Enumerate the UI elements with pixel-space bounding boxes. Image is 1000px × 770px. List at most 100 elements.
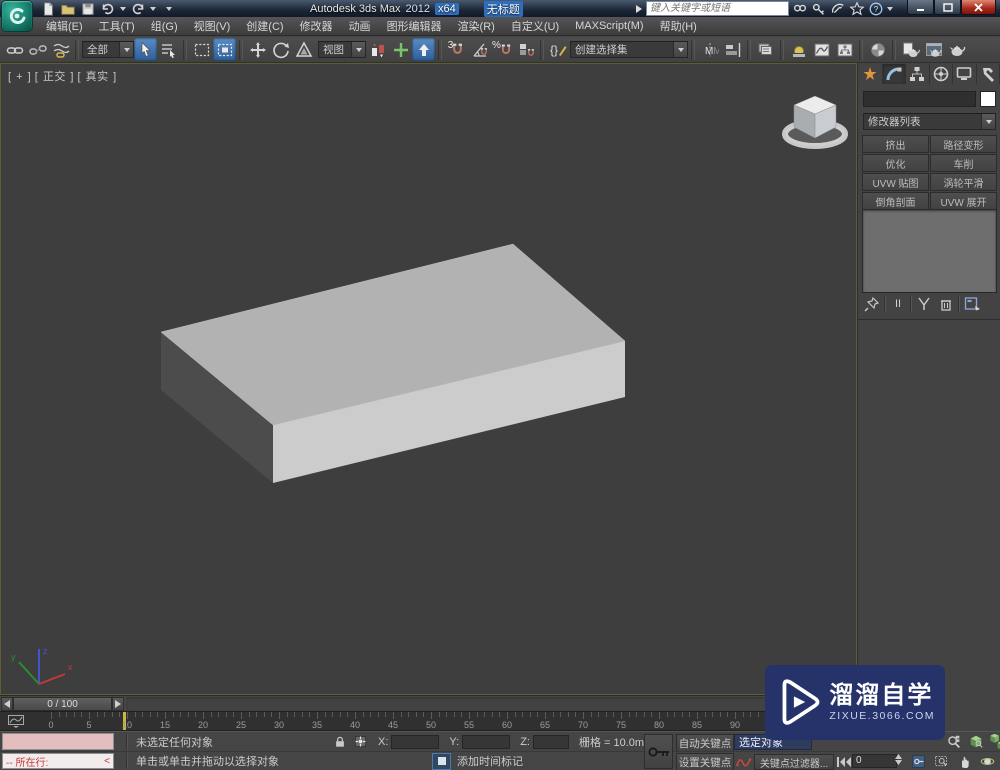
render-production-icon[interactable]: [945, 38, 968, 61]
material-editor-icon[interactable]: [866, 38, 889, 61]
save-file-icon[interactable]: [80, 2, 96, 16]
key-login-icon[interactable]: [811, 2, 827, 16]
pan-view-icon[interactable]: [954, 753, 974, 769]
spinner-snap-toggle-icon[interactable]: [514, 38, 537, 61]
application-menu-button[interactable]: [2, 1, 32, 31]
favorites-star-icon[interactable]: [849, 0, 865, 16]
viewcube[interactable]: [779, 88, 851, 152]
communication-center-icon[interactable]: [830, 2, 846, 16]
redo-icon[interactable]: [130, 2, 146, 16]
show-end-result-icon[interactable]: II: [888, 296, 908, 312]
auto-key-button[interactable]: 自动关键点: [676, 734, 734, 752]
mirror-icon[interactable]: MM: [698, 38, 721, 61]
x-coordinate-field[interactable]: [391, 734, 440, 749]
menu-graph-editors[interactable]: 图形编辑器: [379, 18, 450, 34]
orbit-icon[interactable]: [977, 753, 997, 769]
viewport-menu-pov[interactable]: 正交: [42, 71, 67, 83]
viewport-menu-shading[interactable]: 真实: [85, 71, 110, 83]
snap-toggle-3d-icon[interactable]: 3: [445, 38, 468, 61]
tab-motion[interactable]: [930, 64, 953, 84]
pin-stack-icon[interactable]: [862, 296, 882, 312]
unlink-selection-icon[interactable]: [26, 38, 49, 61]
zoom-region-icon[interactable]: [931, 753, 951, 769]
z-coordinate-field[interactable]: [532, 734, 569, 749]
window-crossing-toggle-icon[interactable]: [213, 38, 236, 61]
remove-modifier-icon[interactable]: [936, 296, 956, 312]
time-slider-handle[interactable]: 0 / 100: [13, 697, 112, 711]
redo-dropdown-icon[interactable]: [150, 6, 156, 11]
modifier-stack-list[interactable]: [862, 209, 997, 293]
percent-snap-toggle-icon[interactable]: %: [491, 38, 514, 61]
make-unique-icon[interactable]: [914, 296, 934, 312]
close-button[interactable]: [961, 0, 996, 15]
time-slider-track[interactable]: [126, 697, 856, 711]
previous-frame-button[interactable]: [1, 697, 13, 711]
tab-create[interactable]: [859, 64, 883, 84]
search-icon[interactable]: [792, 2, 808, 16]
tab-hierarchy[interactable]: [906, 64, 930, 84]
use-pivot-point-center-icon[interactable]: [366, 38, 389, 61]
go-to-start-icon[interactable]: [834, 754, 854, 770]
modifier-button-uvw-map[interactable]: UVW 贴图: [862, 173, 929, 191]
rendered-frame-window-icon[interactable]: [922, 38, 945, 61]
viewport[interactable]: z y x: [0, 63, 857, 695]
key-filter-curve-icon[interactable]: [736, 754, 752, 768]
graphite-modeling-ribbon-icon[interactable]: [787, 38, 810, 61]
minimize-button[interactable]: [907, 0, 934, 15]
modifier-list-dropdown[interactable]: 修改器列表: [863, 113, 996, 130]
new-file-icon[interactable]: [40, 1, 56, 16]
tab-utilities[interactable]: [977, 64, 1000, 84]
select-and-link-icon[interactable]: [3, 38, 26, 61]
angle-snap-toggle-icon[interactable]: [468, 38, 491, 61]
current-frame-field[interactable]: 0: [852, 754, 897, 768]
next-frame-button[interactable]: [112, 697, 124, 711]
menu-help[interactable]: 帮助(H): [652, 18, 705, 34]
modifier-button-extrude[interactable]: 挤出: [862, 135, 929, 153]
object-name-field[interactable]: [863, 91, 976, 107]
menu-animation[interactable]: 动画: [341, 18, 379, 34]
zoom-extents-icon[interactable]: [966, 734, 986, 750]
maxscript-listener-line[interactable]: -- 所在行: <: [2, 753, 114, 769]
schematic-view-icon[interactable]: [833, 38, 856, 61]
keyboard-shortcut-override-icon[interactable]: [412, 38, 435, 61]
edit-named-selection-sets-icon[interactable]: {}: [547, 38, 570, 61]
select-and-move-icon[interactable]: [246, 38, 269, 61]
absolute-offset-mode-icon[interactable]: [350, 734, 370, 750]
key-mode-toggle-icon[interactable]: [908, 753, 928, 769]
menu-tools[interactable]: 工具(T): [91, 18, 143, 34]
search-expand-icon[interactable]: [635, 4, 643, 14]
help-icon[interactable]: ?: [868, 2, 884, 16]
modifier-button-unwrap-uvw[interactable]: UVW 展开: [930, 192, 997, 210]
select-by-name-icon[interactable]: [157, 38, 180, 61]
menu-modifiers[interactable]: 修改器: [292, 18, 341, 34]
modifier-button-lathe[interactable]: 车削: [930, 154, 997, 172]
align-icon[interactable]: [721, 38, 744, 61]
rectangular-selection-region-icon[interactable]: [190, 38, 213, 61]
configure-modifier-sets-icon[interactable]: [962, 296, 982, 312]
render-setup-icon[interactable]: [899, 38, 922, 61]
menu-group[interactable]: 组(G): [143, 18, 186, 34]
modifier-button-path-deform[interactable]: 路径变形: [930, 135, 997, 153]
undo-dropdown-icon[interactable]: [120, 6, 126, 11]
key-filters-button[interactable]: 关键点过滤器...: [754, 754, 834, 770]
select-and-manipulate-icon[interactable]: [389, 38, 412, 61]
tab-display[interactable]: [953, 64, 977, 84]
add-time-tag-text[interactable]: 添加时间标记: [457, 753, 543, 769]
selection-filter-dropdown[interactable]: 全部: [82, 41, 134, 58]
y-coordinate-field[interactable]: [462, 734, 511, 749]
open-mini-curve-editor-icon[interactable]: [8, 715, 24, 728]
maximize-button[interactable]: [934, 0, 961, 15]
select-and-rotate-icon[interactable]: [269, 38, 292, 61]
listener-scroll-arrow[interactable]: <: [104, 756, 110, 767]
tab-modify[interactable]: [882, 64, 906, 84]
object-color-swatch[interactable]: [980, 91, 996, 107]
set-keys-button[interactable]: [644, 734, 673, 769]
set-key-button[interactable]: 设置关键点: [676, 753, 734, 770]
modifier-button-bevel-profile[interactable]: 倒角剖面: [862, 192, 929, 210]
undo-icon[interactable]: [100, 2, 116, 16]
menu-edit[interactable]: 编辑(E): [38, 18, 91, 34]
select-and-scale-icon[interactable]: [292, 38, 315, 61]
maxscript-macro-recorder-line[interactable]: [2, 733, 114, 750]
menu-views[interactable]: 视图(V): [186, 18, 239, 34]
open-file-icon[interactable]: [60, 2, 76, 16]
